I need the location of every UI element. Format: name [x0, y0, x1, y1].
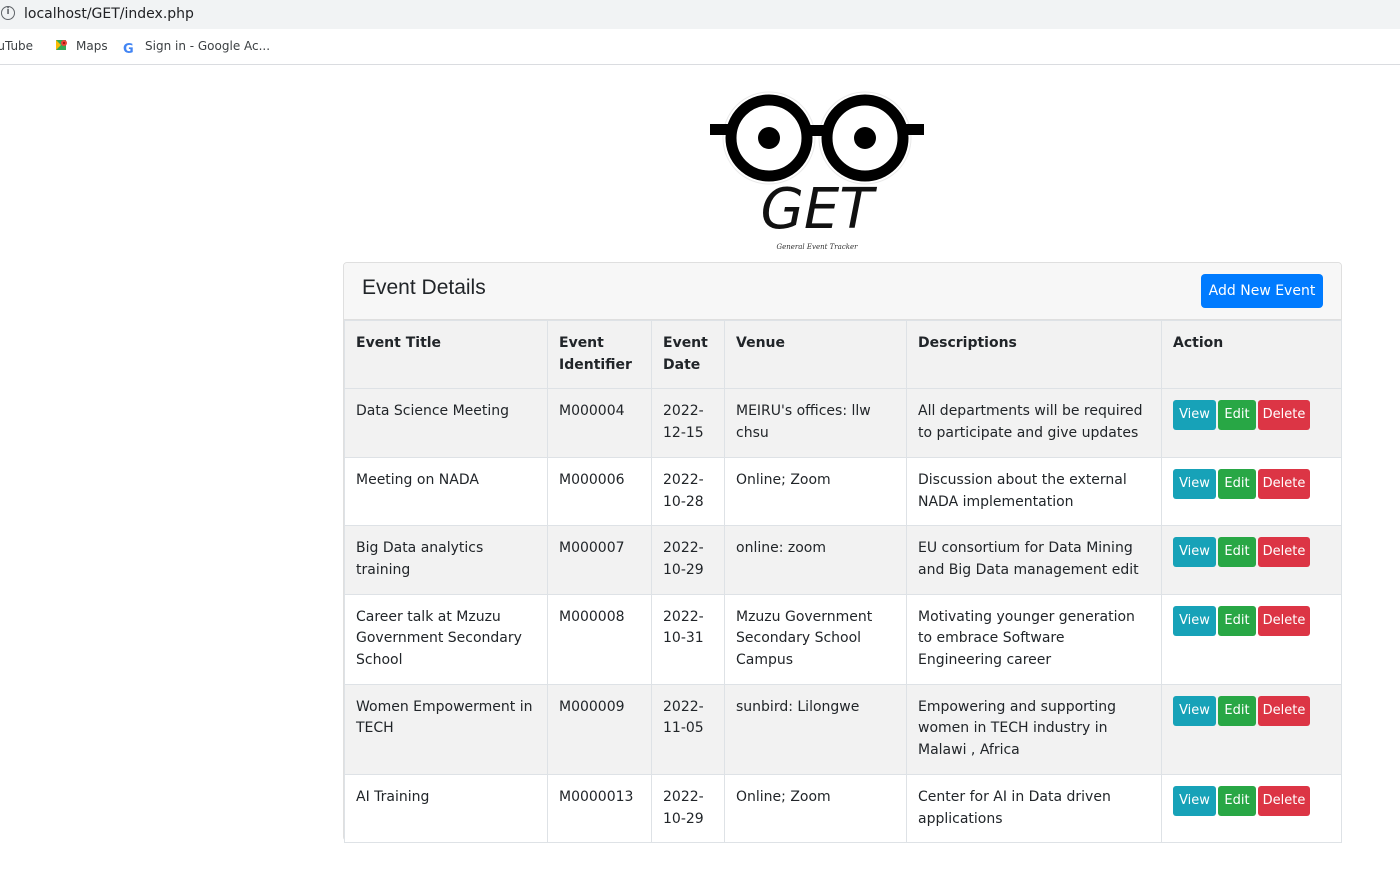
venue-cell: Online; Zoom	[724, 456, 907, 527]
delete-button[interactable]: Delete	[1258, 605, 1310, 636]
table-header-row: Event Title Event Identifier Event Date …	[344, 319, 1342, 390]
delete-button[interactable]: Delete	[1258, 400, 1310, 431]
action-cell: View Edit Delete	[1161, 773, 1342, 844]
event-identifier-cell: M000007	[547, 525, 652, 595]
address-bar[interactable]: i localhost/GET/index.php	[0, 0, 1400, 29]
logo-text: GET	[761, 177, 878, 242]
bookmark-label: Sign in - Google Ac...	[145, 39, 271, 53]
action-cell: View Edit Delete	[1161, 456, 1342, 527]
event-date-cell: 2022-10-28	[651, 456, 725, 527]
event-title-cell: Big Data analytics training	[344, 525, 548, 595]
venue-cell: Mzuzu Government Secondary School Campus	[724, 593, 907, 685]
table-row: Big Data analytics training M000007 2022…	[344, 525, 1342, 595]
column-header-venue: Venue	[724, 319, 907, 390]
edit-button[interactable]: Edit	[1218, 695, 1256, 726]
info-icon[interactable]: i	[1, 6, 15, 20]
event-identifier-cell: M000009	[547, 683, 652, 775]
edit-button[interactable]: Edit	[1218, 468, 1256, 499]
edit-button[interactable]: Edit	[1218, 400, 1256, 431]
edit-button[interactable]: Edit	[1218, 605, 1256, 636]
table-row: Data Science Meeting M000004 2022-12-15 …	[344, 388, 1342, 458]
delete-button[interactable]: Delete	[1258, 695, 1310, 726]
url-text[interactable]: localhost/GET/index.php	[24, 6, 194, 23]
description-cell: Center for AI in Data driven application…	[906, 773, 1162, 844]
column-header-date: Event Date	[651, 319, 725, 390]
view-button[interactable]: View	[1173, 400, 1216, 431]
view-button[interactable]: View	[1173, 537, 1216, 568]
view-button[interactable]: View	[1173, 605, 1216, 636]
description-cell: EU consortium for Data Mining and Big Da…	[906, 525, 1162, 595]
event-title-cell: AI Training	[344, 773, 548, 844]
description-cell: Motivating younger generation to embrace…	[906, 593, 1162, 685]
venue-cell: sunbird: Lilongwe	[724, 683, 907, 775]
card-title: Event Details	[362, 276, 486, 299]
glasses-icon: GET	[710, 91, 924, 242]
delete-button[interactable]: Delete	[1258, 468, 1310, 499]
table-row: Women Empowerment in TECH M000009 2022-1…	[344, 683, 1342, 775]
logo-tagline: General Event Tracker	[776, 243, 858, 251]
action-cell: View Edit Delete	[1161, 593, 1342, 685]
action-cell: View Edit Delete	[1161, 388, 1342, 458]
table-row: Meeting on NADA M000006 2022-10-28 Onlin…	[344, 456, 1342, 527]
column-header-title: Event Title	[344, 319, 548, 390]
add-new-event-button[interactable]: Add New Event	[1201, 274, 1323, 308]
venue-cell: MEIRU's offices: llw chsu	[724, 388, 907, 458]
view-button[interactable]: View	[1173, 468, 1216, 499]
event-date-cell: 2022-12-15	[651, 388, 725, 458]
event-title-cell: Career talk at Mzuzu Government Secondar…	[344, 593, 548, 685]
google-icon: G	[123, 42, 134, 57]
table-row: Career talk at Mzuzu Government Secondar…	[344, 593, 1342, 685]
bookmark-youtube[interactable]: ouTube	[0, 38, 33, 54]
event-title-cell: Data Science Meeting	[344, 388, 548, 458]
description-cell: All departments will be required to part…	[906, 388, 1162, 458]
event-date-cell: 2022-10-29	[651, 773, 725, 844]
table-row: AI Training M0000013 2022-10-29 Online; …	[344, 773, 1342, 844]
venue-cell: Online; Zoom	[724, 773, 907, 844]
event-date-cell: 2022-11-05	[651, 683, 725, 775]
view-button[interactable]: View	[1173, 695, 1216, 726]
action-cell: View Edit Delete	[1161, 683, 1342, 775]
view-button[interactable]: View	[1173, 785, 1216, 816]
action-cell: View Edit Delete	[1161, 525, 1342, 595]
get-logo: GET General Event Tracker	[706, 88, 928, 256]
events-table: Event Title Event Identifier Event Date …	[344, 319, 1342, 844]
event-details-card: Event Details Add New Event Event Title …	[343, 262, 1342, 844]
bookmarks-bar: ouTube Maps G Sign in - Google Ac...	[0, 29, 1400, 65]
google-maps-icon	[56, 40, 67, 50]
event-identifier-cell: M000004	[547, 388, 652, 458]
edit-button[interactable]: Edit	[1218, 785, 1256, 816]
event-title-cell: Meeting on NADA	[344, 456, 548, 527]
column-header-descriptions: Descriptions	[906, 319, 1162, 390]
delete-button[interactable]: Delete	[1258, 785, 1310, 816]
description-cell: Discussion about the external NADA imple…	[906, 456, 1162, 527]
bookmark-label: Maps	[76, 39, 108, 53]
event-date-cell: 2022-10-29	[651, 525, 725, 595]
edit-button[interactable]: Edit	[1218, 537, 1256, 568]
column-header-identifier: Event Identifier	[547, 319, 652, 390]
bookmark-google-signin[interactable]: G Sign in - Google Ac...	[123, 38, 270, 57]
venue-cell: online: zoom	[724, 525, 907, 595]
event-identifier-cell: M0000013	[547, 773, 652, 844]
delete-button[interactable]: Delete	[1258, 537, 1310, 568]
description-cell: Empowering and supporting women in TECH …	[906, 683, 1162, 775]
card-header: Event Details Add New Event	[344, 263, 1341, 320]
event-date-cell: 2022-10-31	[651, 593, 725, 685]
bookmark-label: ouTube	[0, 39, 34, 53]
column-header-action: Action	[1161, 319, 1342, 390]
event-identifier-cell: M000006	[547, 456, 652, 527]
bookmark-maps[interactable]: Maps	[54, 38, 108, 54]
event-title-cell: Women Empowerment in TECH	[344, 683, 548, 775]
event-identifier-cell: M000008	[547, 593, 652, 685]
